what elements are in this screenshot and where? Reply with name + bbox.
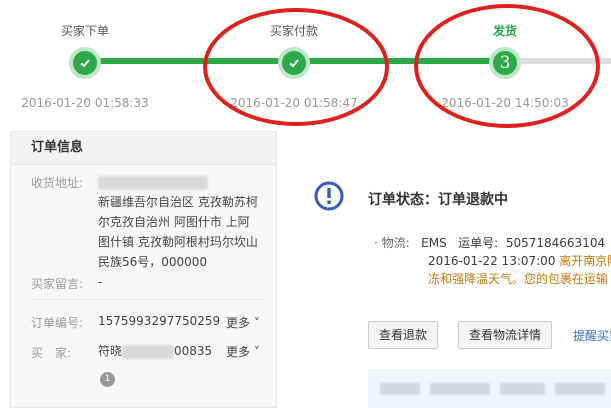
logistics-update-text: 离开南京陆运 <box>559 254 611 268</box>
redacted-block <box>122 344 175 359</box>
view-logistics-button[interactable]: 查看物流详情 <box>458 321 553 349</box>
step-time-order: 2016-01-20 01:58:33 <box>21 96 149 110</box>
buyer-label: 买 家: <box>31 346 72 360</box>
order-info-title: 订单信息 <box>11 132 276 165</box>
redacted-bar <box>368 369 611 408</box>
logistics-notice: 冻和强降温天气。您的包裹在运输 <box>428 272 609 286</box>
address-row: 收货地址: 新疆维吾尔自治区 克孜勒苏柯 尔克孜自治州 阿图什市 上阿 图什镇 … <box>31 174 271 269</box>
logistics-info: · 物流: EMS 运单号: 5057184663104 2016-01-22 … <box>374 234 611 288</box>
address-line: 新疆维吾尔自治区 克孜勒苏柯 <box>98 195 258 209</box>
step-label-order: 买家下单 <box>60 24 110 38</box>
address-line: 民族56号，000000 <box>98 255 208 269</box>
annotation-circle <box>414 4 600 128</box>
order-info-panel: 订单信息 收货地址: 新疆维吾尔自治区 克孜勒苏柯 尔克孜自治州 阿图什市 上阿… <box>10 131 277 408</box>
divider <box>31 299 266 300</box>
tracking-number: 5057184663104 <box>505 236 606 250</box>
order-progress: 买家下单 2016-01-20 01:58:33 买家付款 2016-01-20… <box>0 0 611 130</box>
address-line: 尔克孜自治州 阿图什市 上阿 <box>98 215 250 229</box>
order-number-value: 1575993297750259 <box>98 314 221 328</box>
order-more-link[interactable]: 更多 ˅ <box>226 314 260 331</box>
logistics-company: EMS <box>421 236 447 250</box>
chevron-down-icon: ˅ <box>253 316 260 330</box>
remind-buyer-link[interactable]: 提醒买家 <box>573 327 611 344</box>
info-icon <box>314 181 344 211</box>
order-status-panel: 订单状态：订单退款中 · 物流: EMS 运单号: 5057184663104 … <box>278 131 611 408</box>
buyer-value: 符晓 00835 <box>98 344 213 359</box>
buyer-message-row: 买家留言: - <box>31 275 271 295</box>
address-label: 收货地址: <box>31 176 84 190</box>
order-status-text: 订单状态：订单退款中 <box>368 192 508 208</box>
buyer-message-value: - <box>98 275 103 289</box>
logistics-label: · 物流: <box>374 236 410 250</box>
order-number-label: 订单编号: <box>31 316 84 330</box>
view-refund-button[interactable]: 查看退款 <box>368 321 439 349</box>
address-value: 新疆维吾尔自治区 克孜勒苏柯 尔克孜自治州 阿图什市 上阿 图什镇 克孜勒阿根村… <box>98 172 278 272</box>
order-number-row: 订单编号: 1575993297750259 更多 ˅ <box>31 314 271 334</box>
buyer-message-label: 买家留言: <box>31 277 84 291</box>
notification-badge[interactable]: 1 <box>100 372 115 387</box>
redacted-block <box>98 175 208 190</box>
tracking-label: 运单号: <box>458 236 499 250</box>
buyer-row: 买 家: 符晓 00835 更多 ˅ <box>31 344 271 364</box>
buyer-more-link[interactable]: 更多 ˅ <box>226 343 260 360</box>
address-line: 图什镇 克孜勒阿根村玛尔坎山 <box>98 235 258 249</box>
logistics-update-time: 2016-01-22 13:07:00 <box>428 254 556 268</box>
annotation-circle <box>203 8 389 126</box>
chevron-down-icon: ˅ <box>253 345 260 359</box>
step-check-icon <box>69 47 101 79</box>
